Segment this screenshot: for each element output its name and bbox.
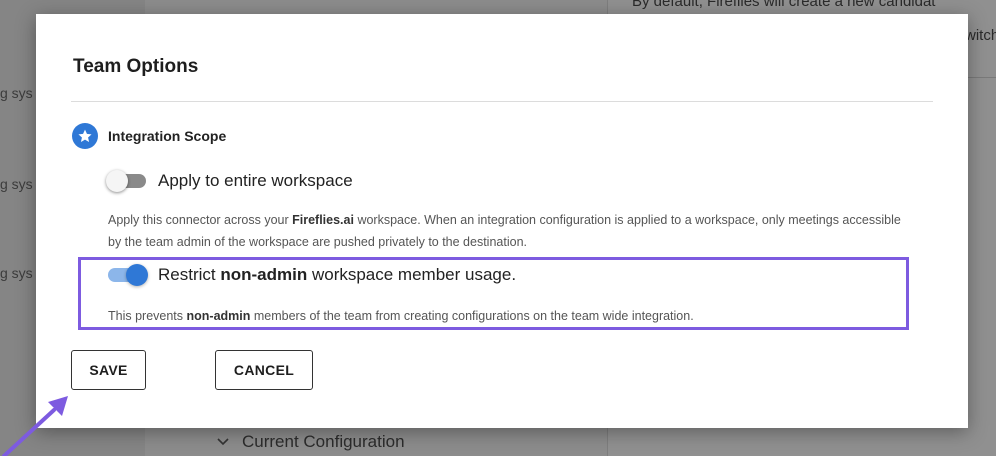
apply-workspace-description: Apply this connector across your Firefli… — [108, 209, 908, 253]
star-icon — [72, 123, 98, 149]
current-configuration-label: Current Configuration — [242, 432, 405, 451]
integration-scope-header: Integration Scope — [72, 123, 226, 149]
toggle-knob — [106, 170, 128, 192]
description-bold: Fireflies.ai — [292, 213, 354, 227]
background-divider — [968, 77, 996, 78]
apply-workspace-toggle[interactable] — [106, 170, 146, 192]
integration-scope-label: Integration Scope — [108, 128, 227, 144]
apply-workspace-row: Apply to entire workspace — [106, 170, 353, 192]
modal-divider — [71, 101, 933, 102]
team-options-modal: Team Options Integration Scope Apply to … — [36, 14, 968, 428]
background-right-text-2: witch — [965, 27, 996, 44]
description-text: Apply this connector across your — [108, 213, 293, 227]
highlight-annotation-box — [78, 257, 909, 330]
apply-workspace-label: Apply to entire workspace — [158, 171, 353, 190]
cancel-button[interactable]: CANCEL — [215, 350, 313, 390]
modal-title: Team Options — [73, 56, 199, 77]
background-sidebar-item: g sys — [0, 85, 33, 101]
chevron-down-icon — [216, 434, 230, 450]
background-right-text: By default, Fireflies will create a new … — [632, 0, 936, 10]
background-sidebar-item: g sys — [0, 176, 33, 192]
save-button[interactable]: SAVE — [71, 350, 146, 390]
current-configuration-toggle[interactable]: Current Configuration — [208, 428, 608, 456]
background-sidebar-item: g sys — [0, 265, 33, 281]
arrow-icon — [2, 396, 68, 456]
